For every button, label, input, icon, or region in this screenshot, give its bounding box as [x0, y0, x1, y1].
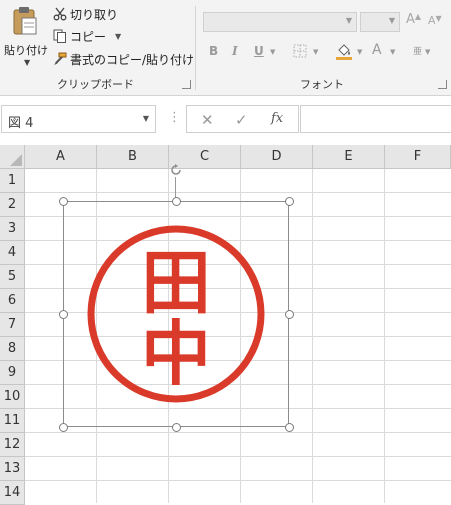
chevron-down-icon[interactable]: ▼	[115, 32, 121, 41]
paste-button[interactable]: 貼り付け ▼	[2, 4, 48, 72]
group-separator	[195, 6, 196, 90]
chevron-down-icon: ▼	[388, 16, 395, 25]
format-painter-label: 書式のコピー/貼り付け	[70, 52, 195, 67]
resize-handle[interactable]	[59, 310, 68, 319]
increase-font-size-button[interactable]: A▲	[406, 12, 421, 27]
resize-handle[interactable]	[285, 423, 294, 432]
column-header-a[interactable]: A	[25, 145, 97, 169]
row-header-5[interactable]: 5	[0, 265, 25, 289]
row-header-3[interactable]: 3	[0, 217, 25, 241]
row-header-14[interactable]: 14	[0, 481, 25, 505]
chevron-down-icon[interactable]: ▼	[425, 48, 430, 56]
scissors-icon	[53, 7, 67, 21]
copy-icon	[53, 29, 66, 43]
clipboard-icon	[13, 7, 37, 35]
row-header-10[interactable]: 10	[0, 385, 25, 409]
resize-handle[interactable]	[285, 197, 294, 206]
ribbon: 貼り付け ▼ 切り取り コピー ▼ 書式のコピー/貼り付け クリップボード ▼ …	[0, 0, 451, 96]
chevron-down-icon[interactable]: ▼	[143, 114, 149, 123]
increase-font-size-glyph: A	[406, 12, 415, 27]
row-header-9[interactable]: 9	[0, 361, 25, 385]
formula-input[interactable]	[300, 105, 451, 133]
select-all-triangle-icon	[10, 154, 22, 166]
phonetic-guide-glyph: 亜	[413, 47, 423, 57]
row-header-13[interactable]: 13	[0, 457, 25, 481]
enter-checkmark-icon[interactable]: ✓	[235, 111, 248, 129]
formula-bar-buttons: ✕ ✓ fx	[186, 105, 299, 133]
caret-up-icon: ▲	[414, 12, 422, 21]
row-header-12[interactable]: 12	[0, 433, 25, 457]
chevron-down-icon[interactable]: ▼	[390, 48, 395, 56]
column-header-b[interactable]: B	[97, 145, 169, 169]
selection-border	[63, 201, 289, 427]
row-header-7[interactable]: 7	[0, 313, 25, 337]
cut-label: 切り取り	[70, 7, 119, 22]
decrease-font-size-button[interactable]: A▼	[428, 14, 442, 27]
stamp-picture[interactable]: 田 中	[59, 164, 294, 432]
font-size-dropdown[interactable]: ▼	[360, 12, 400, 32]
name-box[interactable]: 図 4 ▼	[1, 105, 156, 133]
chevron-down-icon[interactable]: ▼	[270, 48, 275, 56]
phonetic-guide-button[interactable]: 亜	[413, 44, 422, 57]
font-color-button[interactable]: A	[372, 42, 382, 58]
chevron-down-icon: ▼	[345, 16, 352, 25]
font-color-glyph: A	[372, 42, 382, 58]
copy-button[interactable]: コピー ▼	[53, 27, 121, 45]
paintbrush-icon	[54, 52, 67, 65]
resize-handle[interactable]	[59, 423, 68, 432]
paste-label: 貼り付け	[4, 44, 48, 57]
insert-function-button[interactable]: fx	[271, 111, 283, 126]
font-group-label: フォント	[300, 78, 344, 91]
format-painter-button[interactable]: 書式のコピー/貼り付け	[53, 50, 194, 68]
clipboard-group-label: クリップボード	[57, 78, 134, 91]
chevron-down-icon[interactable]: ▼	[313, 48, 318, 56]
row-header-2[interactable]: 2	[0, 193, 25, 217]
row-header-4[interactable]: 4	[0, 241, 25, 265]
column-header-e[interactable]: E	[313, 145, 385, 169]
resize-handle[interactable]	[172, 423, 181, 432]
cancel-icon[interactable]: ✕	[201, 111, 214, 129]
chevron-down-icon[interactable]: ▼	[24, 58, 30, 67]
column-header-d[interactable]: D	[241, 145, 313, 169]
resize-handle[interactable]	[285, 310, 294, 319]
cut-button[interactable]: 切り取り	[53, 5, 118, 23]
row-header-8[interactable]: 8	[0, 337, 25, 361]
row-header-1[interactable]: 1	[0, 169, 25, 193]
decrease-font-size-glyph: A	[428, 14, 436, 27]
row-header-11[interactable]: 11	[0, 409, 25, 433]
dialog-launcher-icon[interactable]	[182, 80, 191, 89]
name-box-value: 図 4	[8, 116, 34, 131]
fill-color-icon[interactable]	[335, 42, 353, 60]
borders-icon[interactable]	[293, 44, 307, 58]
resize-handle[interactable]	[172, 197, 181, 206]
bold-button[interactable]: B	[209, 44, 218, 58]
column-header-f[interactable]: F	[385, 145, 451, 169]
select-all-button[interactable]	[0, 145, 25, 169]
more-options-icon[interactable]: ⋮	[168, 110, 181, 125]
underline-button[interactable]: U	[254, 44, 264, 58]
chevron-down-icon[interactable]: ▼	[357, 48, 362, 56]
caret-down-icon: ▼	[435, 14, 442, 23]
italic-button[interactable]: I	[232, 44, 238, 58]
font-name-dropdown[interactable]: ▼	[203, 12, 357, 32]
dialog-launcher-icon[interactable]	[438, 80, 447, 89]
rotate-handle-icon[interactable]	[169, 163, 183, 177]
copy-label: コピー	[70, 29, 107, 44]
row-header-6[interactable]: 6	[0, 289, 25, 313]
resize-handle[interactable]	[59, 197, 68, 206]
